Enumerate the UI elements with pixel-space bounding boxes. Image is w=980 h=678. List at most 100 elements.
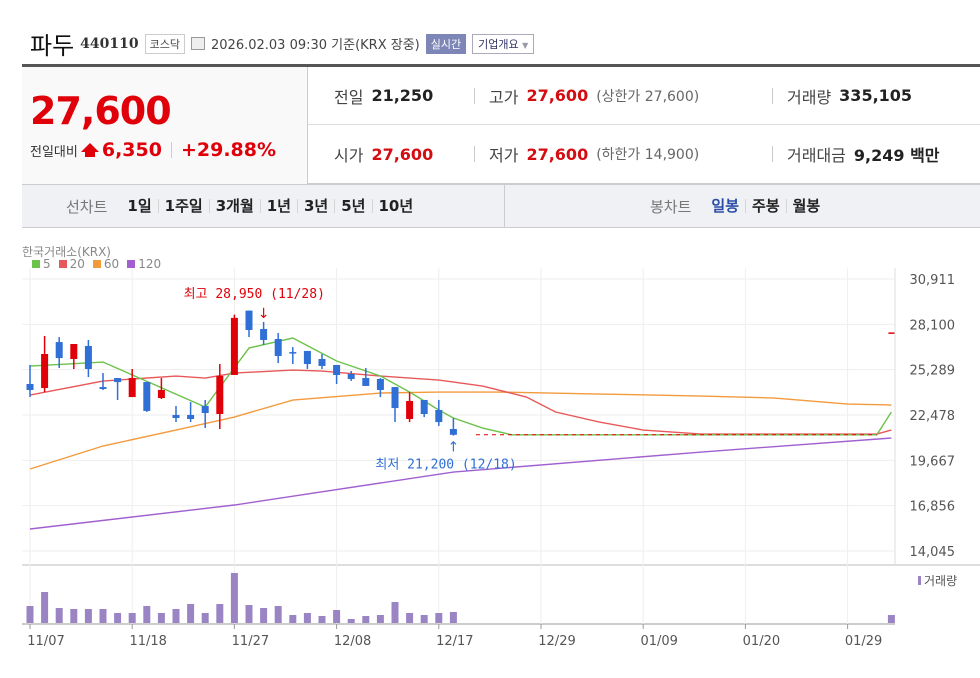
x-tick-label: 01/29 [845, 634, 882, 649]
volume-bar [55, 608, 63, 623]
y-tick-label: 30,911 [910, 273, 956, 288]
candle [55, 337, 63, 369]
volume-bar [84, 609, 92, 623]
x-tick-label: 01/09 [640, 634, 677, 649]
volume-bar [172, 609, 180, 623]
candle [70, 344, 78, 370]
volume-bar [143, 606, 151, 623]
candle-body [391, 387, 399, 409]
x-tick-label: 01/20 [743, 634, 780, 649]
candle-body [70, 344, 78, 360]
y-tick-label: 14,045 [910, 545, 956, 560]
candle [406, 392, 414, 423]
volume-bar [333, 610, 341, 623]
candle [260, 321, 268, 345]
volume-legend-swatch [918, 576, 921, 585]
volume-bar [887, 615, 895, 623]
y-tick-label: 25,289 [910, 364, 956, 379]
x-tick-label: 12/29 [538, 634, 575, 649]
candle-body [143, 382, 151, 411]
candle-body [318, 359, 326, 366]
down-arrow-icon: ↓ [258, 306, 270, 322]
ma120-line [29, 437, 892, 530]
candle [303, 350, 311, 370]
candle-body [333, 364, 341, 375]
y-tick-label: 19,667 [910, 454, 956, 469]
candle [230, 314, 238, 375]
y-tick-label: 16,856 [910, 500, 956, 515]
up-arrow-icon: ↑ [448, 440, 460, 456]
candle [318, 354, 326, 370]
volume-bar [157, 613, 165, 623]
x-tick-label: 11/27 [232, 634, 269, 649]
candle [143, 382, 151, 412]
candle-body [216, 375, 224, 415]
volume-legend-label: 거래량 [924, 574, 957, 588]
y-tick-label: 28,100 [910, 318, 956, 333]
volume-bar [303, 613, 311, 623]
candle-body [260, 329, 268, 340]
candle [435, 399, 443, 426]
candle [187, 402, 195, 423]
candle-body [406, 400, 414, 419]
candle-body [114, 378, 122, 383]
volume-bar [99, 609, 107, 623]
volume-bar [114, 613, 122, 623]
candle [376, 378, 384, 398]
candle-body [157, 389, 165, 399]
candle [114, 378, 122, 400]
candle-body [362, 378, 370, 386]
candle-body [303, 350, 311, 365]
volume-bar [245, 605, 253, 623]
candle-body [84, 345, 92, 370]
price-chart: 30,911 28,100 25,289 22,478 19,667 16,856 14,0… [22, 268, 980, 649]
volume-bar [230, 573, 238, 623]
candle-body [41, 354, 49, 389]
candle-body [99, 387, 107, 390]
volume-bar [201, 613, 209, 623]
candle-body [128, 378, 136, 398]
candle [274, 333, 282, 364]
candle-body [230, 317, 238, 375]
candle [449, 418, 457, 436]
x-tick-label: 12/17 [436, 634, 473, 649]
candle [41, 335, 49, 393]
candle-body [245, 310, 253, 330]
volume-bar [376, 615, 384, 623]
candle [347, 370, 355, 381]
volume-bar [26, 606, 34, 623]
volume-bar [362, 616, 370, 623]
volume-bar [449, 612, 457, 623]
candle-body [274, 339, 282, 356]
volume-bar [435, 613, 443, 623]
candle [289, 347, 297, 365]
candle-body [187, 414, 195, 419]
high-annotation: 최고 28,950 (11/28) [184, 287, 325, 302]
candle [245, 310, 253, 338]
volume-bar [406, 613, 414, 623]
volume-bar [260, 608, 268, 623]
volume-bar [274, 606, 282, 623]
candle-body [26, 384, 34, 390]
y-tick-label: 22,478 [910, 409, 956, 424]
x-tick-label: 11/07 [27, 634, 64, 649]
candle-body [435, 409, 443, 423]
volume-bar [216, 604, 224, 623]
candle-body [888, 332, 895, 334]
candle [333, 364, 341, 385]
volume-bar [420, 615, 428, 623]
volume-bar [289, 615, 297, 623]
volume-bar [187, 604, 195, 623]
candle-body [289, 352, 297, 354]
x-tick-label: 12/08 [334, 634, 371, 649]
candle-body [449, 428, 457, 435]
candle-body [55, 342, 63, 359]
volume-bar [347, 619, 355, 623]
volume-bar [318, 616, 326, 623]
ma5-line [29, 337, 892, 436]
ma20-line [29, 369, 892, 435]
volume-bar [70, 609, 78, 623]
candle-body [376, 379, 384, 390]
candle-body [420, 399, 428, 415]
candle [172, 405, 180, 423]
